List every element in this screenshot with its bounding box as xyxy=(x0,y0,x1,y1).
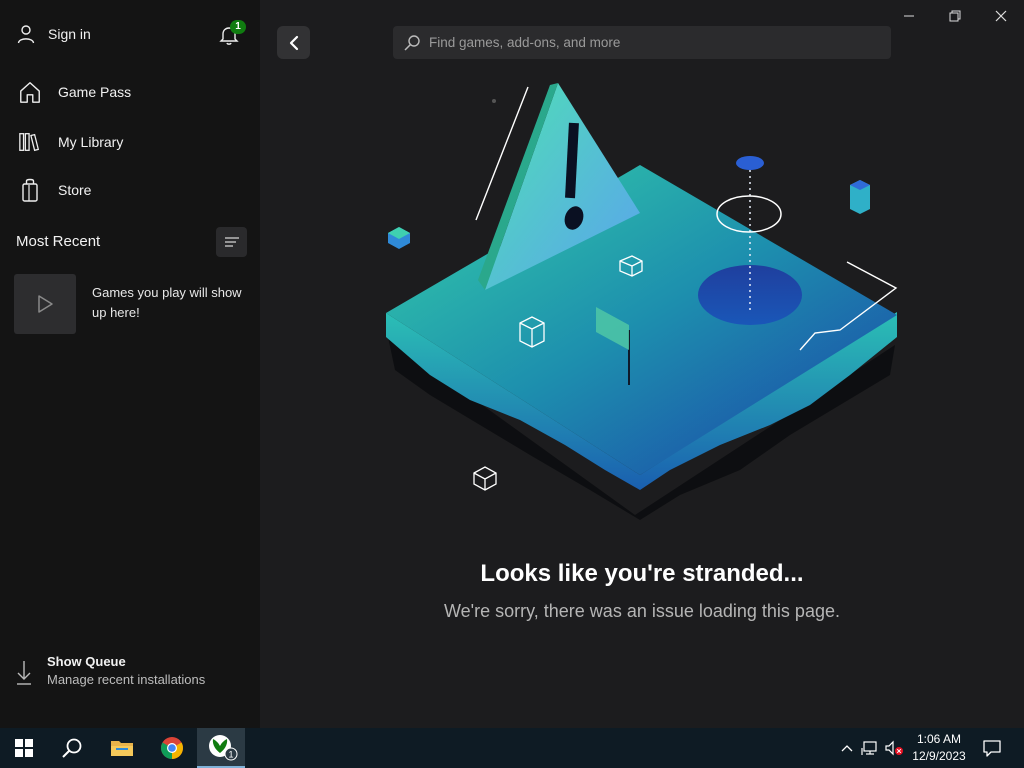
sidebar: Sign in 1 Game Pass My Library Store Mos… xyxy=(0,0,260,728)
error-message: We're sorry, there was an issue loading … xyxy=(444,601,840,621)
close-button[interactable] xyxy=(978,4,1024,28)
clock-time: 1:06 AM xyxy=(916,732,962,746)
chrome-button[interactable] xyxy=(148,728,196,768)
nav-item-game-pass[interactable]: Game Pass xyxy=(18,80,131,104)
file-explorer-button[interactable] xyxy=(98,728,146,768)
nav-item-my-library[interactable]: My Library xyxy=(18,130,123,154)
action-center-button[interactable] xyxy=(974,728,1010,768)
notifications-button[interactable]: 1 xyxy=(218,20,246,48)
file-explorer-icon xyxy=(111,741,133,756)
restore-icon xyxy=(949,10,961,22)
xbox-icon: 1 xyxy=(209,735,238,761)
xbox-app-button[interactable]: 1 xyxy=(197,728,245,768)
library-icon xyxy=(18,130,42,154)
sign-in-button[interactable]: Sign in xyxy=(14,22,91,46)
store-bag-icon xyxy=(18,178,42,202)
sign-in-label: Sign in xyxy=(48,26,91,42)
person-icon xyxy=(14,22,38,46)
show-queue-subtitle: Manage recent installations xyxy=(47,672,206,687)
restore-button[interactable] xyxy=(932,4,978,28)
search-input[interactable] xyxy=(429,35,869,50)
nav-label: My Library xyxy=(58,134,124,150)
minimize-button[interactable] xyxy=(886,4,932,28)
nav-label: Store xyxy=(58,182,92,198)
show-queue-title: Show Queue xyxy=(47,654,126,669)
back-button[interactable] xyxy=(277,26,310,59)
stranded-island-illustration xyxy=(386,83,898,520)
sort-recent-button[interactable] xyxy=(216,227,247,257)
xbox-badge-count: 1 xyxy=(228,750,233,760)
close-icon xyxy=(995,10,1007,22)
network-icon[interactable] xyxy=(858,740,882,756)
show-hidden-icons-chevron-icon[interactable] xyxy=(836,744,858,752)
nav-label: Game Pass xyxy=(58,84,132,100)
most-recent-heading: Most Recent xyxy=(16,233,101,250)
taskbar: 1 1:06 AM 12/9/2023 xyxy=(0,728,1024,768)
show-queue-button[interactable]: Show Queue Manage recent installations xyxy=(14,654,205,690)
nav-item-store[interactable]: Store xyxy=(18,178,91,202)
xbox-app-window: Sign in 1 Game Pass My Library Store Mos… xyxy=(0,0,1024,728)
error-title: Looks like you're stranded... xyxy=(480,560,804,587)
sort-lines-icon xyxy=(224,237,239,247)
volume-muted-icon[interactable] xyxy=(882,740,906,756)
start-button[interactable] xyxy=(0,728,48,768)
notification-center-icon xyxy=(983,740,1001,757)
recent-empty-message: Games you play will show up here! xyxy=(92,285,242,320)
taskbar-clock[interactable]: 1:06 AM 12/9/2023 xyxy=(904,731,974,765)
taskbar-search-button[interactable] xyxy=(48,728,96,768)
system-tray xyxy=(836,728,906,768)
clock-date: 12/9/2023 xyxy=(912,749,966,763)
search-icon xyxy=(62,738,82,758)
download-icon xyxy=(14,654,38,690)
home-icon xyxy=(18,80,42,104)
search-bar[interactable] xyxy=(393,26,891,59)
play-icon xyxy=(38,295,53,313)
windows-start-icon xyxy=(15,739,33,757)
notification-count-badge: 1 xyxy=(230,20,246,34)
chrome-icon xyxy=(161,737,183,759)
search-icon xyxy=(404,34,420,51)
chevron-left-icon xyxy=(289,35,298,50)
minimize-icon xyxy=(904,15,914,17)
recent-game-placeholder xyxy=(14,274,76,334)
